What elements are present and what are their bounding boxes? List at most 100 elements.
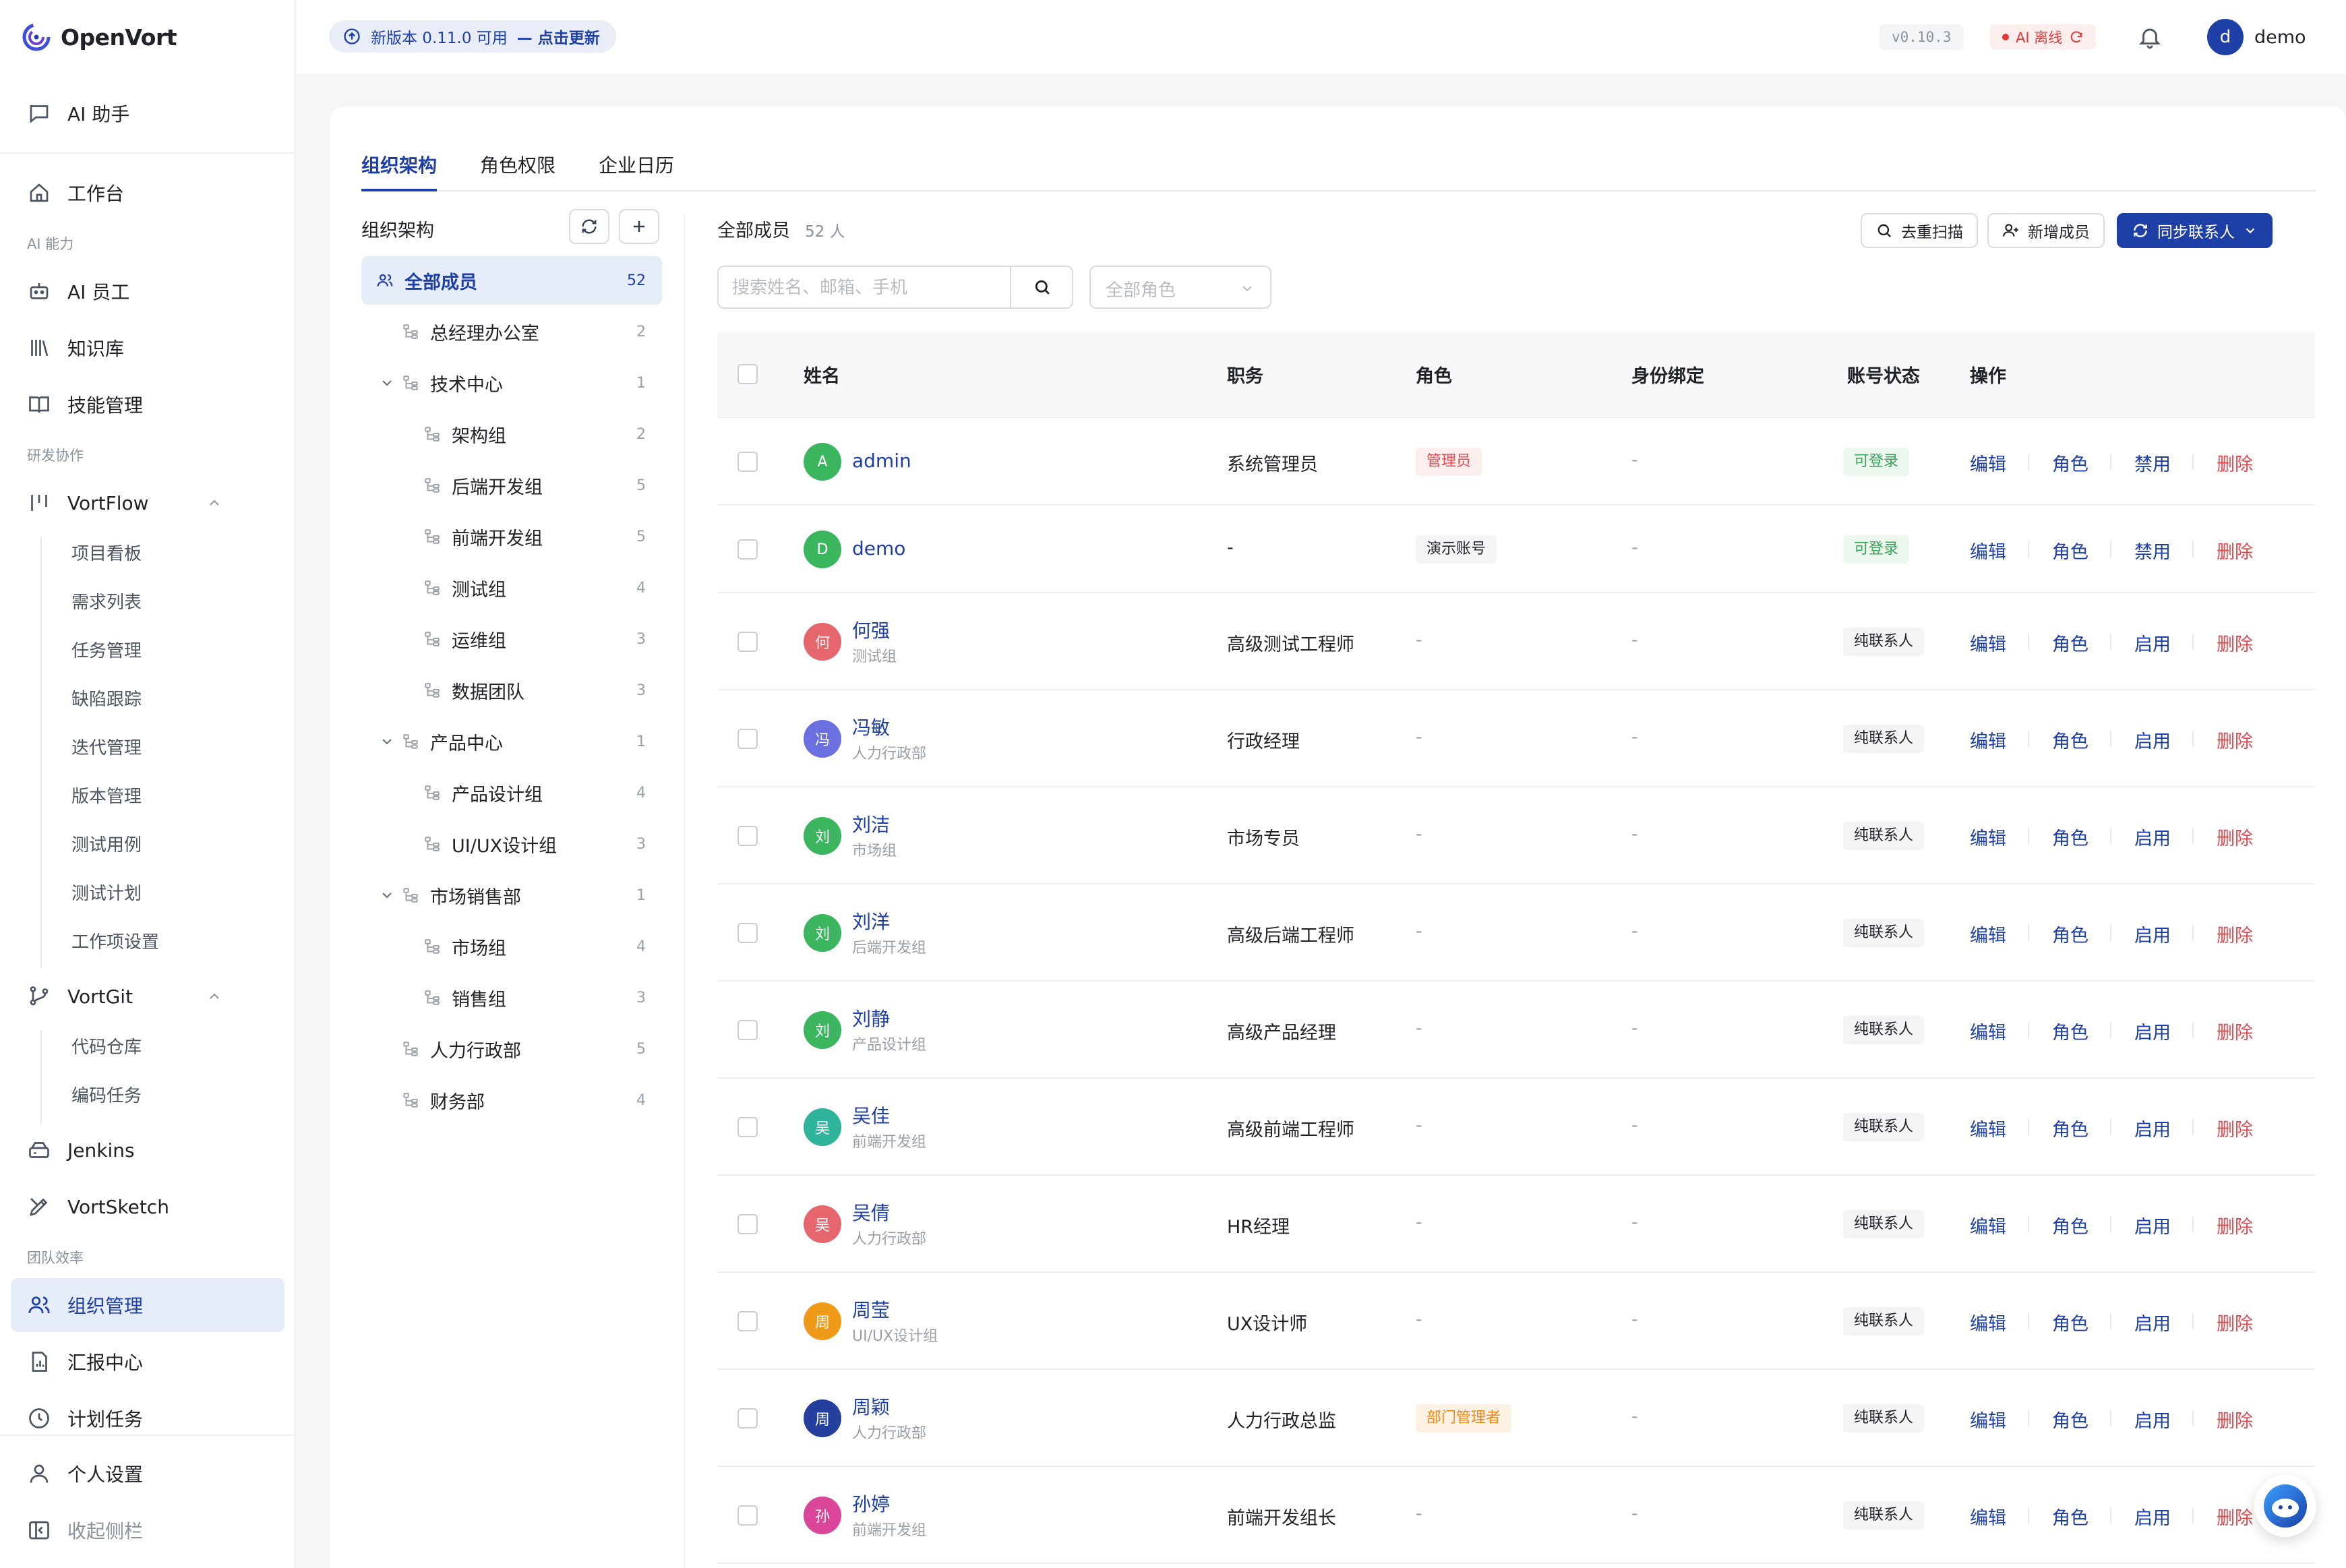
nav-knowledge[interactable]: 知识库 [11, 321, 284, 375]
nav-reports[interactable]: 汇报中心 [11, 1335, 284, 1389]
delete-link[interactable]: 删除 [2217, 630, 2253, 656]
nav-collapse[interactable]: 收起侧栏 [11, 1503, 284, 1557]
tree-node[interactable]: 人力行政部 5 [361, 1025, 662, 1073]
row-checkbox[interactable] [738, 1020, 758, 1040]
tree-node[interactable]: 技术中心 1 [361, 359, 662, 407]
sidebar-subitem[interactable]: 任务管理 [71, 638, 142, 665]
sidebar-subitem[interactable]: 代码仓库 [71, 1034, 142, 1061]
row-checkbox[interactable] [738, 452, 758, 472]
nav-skills[interactable]: 技能管理 [11, 378, 284, 431]
member-name-link[interactable]: 何强 [852, 616, 890, 643]
sidebar-subitem[interactable]: 测试计划 [71, 880, 142, 907]
nav-org[interactable]: 组织管理 [11, 1278, 284, 1332]
member-search-input[interactable] [732, 275, 1002, 301]
table-row[interactable]: 冯人力行政部 冯敏 行政经理 - - 纯联系人 编辑 角色 启用 删除 [717, 690, 2315, 787]
table-row[interactable]: 孙前端开发组 孙婷 前端开发组长 - - 纯联系人 编辑 角色 启用 删除 [717, 1467, 2315, 1564]
app-logo[interactable]: OpenVort [22, 20, 177, 54]
role-link[interactable]: 角色 [2052, 1503, 2088, 1530]
member-name-link[interactable]: 吴佳 [852, 1102, 890, 1128]
edit-link[interactable]: 编辑 [1970, 1115, 2006, 1141]
toggle-status-link[interactable]: 禁用 [2134, 537, 2171, 564]
tree-node[interactable]: 后端开发组 5 [361, 461, 662, 510]
tab-org-structure[interactable]: 组织架构 [361, 151, 438, 191]
table-row[interactable]: 周人力行政部 周颖 人力行政总监 部门管理者 - 纯联系人 编辑 角色 启用 删除 [717, 1370, 2315, 1467]
tree-node[interactable]: 产品中心 1 [361, 717, 662, 766]
member-name-link[interactable]: 刘洋 [852, 907, 890, 934]
sidebar-subitem[interactable]: 迭代管理 [71, 735, 142, 762]
role-link[interactable]: 角色 [2052, 824, 2088, 850]
member-name-link[interactable]: 周莹 [852, 1296, 890, 1323]
tree-node[interactable]: 架构组 2 [361, 410, 662, 458]
row-checkbox[interactable] [738, 539, 758, 560]
toggle-status-link[interactable]: 启用 [2134, 1115, 2171, 1141]
tree-node[interactable]: 运维组 3 [361, 615, 662, 663]
member-name-link[interactable]: 刘洁 [852, 810, 890, 837]
row-checkbox[interactable] [738, 729, 758, 749]
nav-vortsketch[interactable]: VortSketch [11, 1180, 284, 1234]
tree-node[interactable]: 市场组 4 [361, 922, 662, 971]
edit-link[interactable]: 编辑 [1970, 1503, 2006, 1530]
delete-link[interactable]: 删除 [2217, 537, 2253, 564]
delete-link[interactable]: 删除 [2217, 727, 2253, 753]
nav-personal[interactable]: 个人设置 [11, 1447, 284, 1501]
edit-link[interactable]: 编辑 [1970, 1018, 2006, 1044]
table-row[interactable]: 周 UI/UX设计组 周莹 UX设计师 - - 纯联系人 编辑 角色 启用 删除 [717, 1273, 2315, 1370]
sidebar-subitem[interactable]: 项目看板 [71, 541, 142, 568]
toggle-status-link[interactable]: 启用 [2134, 921, 2171, 947]
toggle-status-link[interactable]: 启用 [2134, 1503, 2171, 1530]
role-link[interactable]: 角色 [2052, 537, 2088, 564]
tree-node[interactable]: 产品设计组 4 [361, 768, 662, 817]
tree-node[interactable]: UI/UX设计组 3 [361, 820, 662, 868]
chevron-up-icon[interactable] [206, 988, 222, 1004]
role-link[interactable]: 角色 [2052, 921, 2088, 947]
delete-link[interactable]: 删除 [2217, 1212, 2253, 1238]
update-banner[interactable]: 新版本 0.11.0 可用 — 点击更新 [329, 20, 616, 53]
sidebar-subitem[interactable]: 工作项设置 [71, 929, 159, 956]
row-checkbox[interactable] [738, 923, 758, 943]
toggle-status-link[interactable]: 启用 [2134, 1309, 2171, 1335]
member-name-link[interactable]: 冯敏 [852, 713, 890, 740]
user-menu[interactable]: d demo [2207, 19, 2306, 55]
tree-node-all-members[interactable]: 全部成员 52 [361, 256, 662, 305]
bell-icon[interactable] [2137, 24, 2163, 50]
member-name-link[interactable]: demo [852, 537, 905, 560]
nav-jenkins[interactable]: Jenkins [11, 1123, 284, 1177]
table-row[interactable]: Ddemo - 演示账号 - 可登录 编辑 角色 禁用 删除 [717, 506, 2315, 593]
toggle-status-link[interactable]: 启用 [2134, 727, 2171, 753]
tree-node[interactable]: 数据团队 3 [361, 666, 662, 715]
table-row[interactable]: 刘市场组 刘洁 市场专员 - - 纯联系人 编辑 角色 启用 删除 [717, 787, 2315, 884]
table-row[interactable]: 吴人力行政部 吴倩 HR经理 - - 纯联系人 编辑 角色 启用 删除 [717, 1176, 2315, 1273]
tree-node[interactable]: 前端开发组 5 [361, 512, 662, 561]
table-row[interactable]: 何测试组 何强 高级测试工程师 - - 纯联系人 编辑 角色 启用 删除 [717, 593, 2315, 690]
member-name-link[interactable]: 刘静 [852, 1004, 890, 1031]
sidebar-subitem[interactable]: 测试用例 [71, 832, 142, 859]
tree-node[interactable]: 市场销售部 1 [361, 871, 662, 919]
delete-link[interactable]: 删除 [2217, 1503, 2253, 1530]
nav-schedule[interactable]: 计划任务 [11, 1391, 284, 1445]
toggle-status-link[interactable]: 启用 [2134, 824, 2171, 850]
table-row[interactable]: 刘产品设计组 刘静 高级产品经理 - - 纯联系人 编辑 角色 启用 删除 [717, 982, 2315, 1079]
refresh-tree-button[interactable] [569, 209, 609, 244]
role-link[interactable]: 角色 [2052, 450, 2088, 476]
row-checkbox[interactable] [738, 1311, 758, 1331]
table-row[interactable]: Aadmin 系统管理员 管理员 - 可登录 编辑 角色 禁用 删除 [717, 418, 2315, 506]
search-button[interactable] [1010, 267, 1073, 307]
table-row[interactable]: 吴前端开发组 吴佳 高级前端工程师 - - 纯联系人 编辑 角色 启用 删除 [717, 1079, 2315, 1176]
edit-link[interactable]: 编辑 [1970, 921, 2006, 947]
row-checkbox[interactable] [738, 1214, 758, 1234]
delete-link[interactable]: 删除 [2217, 1309, 2253, 1335]
chevron-down-icon[interactable] [379, 375, 395, 391]
select-all-checkbox[interactable] [738, 364, 758, 384]
member-name-link[interactable]: 孙婷 [852, 1490, 890, 1517]
ai-status-badge[interactable]: AI 离线 [1990, 24, 2097, 50]
sidebar-subitem[interactable]: 编码任务 [71, 1083, 142, 1110]
tree-node[interactable]: 测试组 4 [361, 564, 662, 612]
edit-link[interactable]: 编辑 [1970, 630, 2006, 656]
dedupe-scan-button[interactable]: 去重扫描 [1861, 213, 1978, 248]
row-checkbox[interactable] [738, 632, 758, 652]
tab-enterprise-calendar[interactable]: 企业日历 [599, 151, 674, 191]
edit-link[interactable]: 编辑 [1970, 1406, 2006, 1433]
tab-role-permissions[interactable]: 角色权限 [480, 151, 555, 191]
ai-assistant-float-button[interactable] [2254, 1475, 2316, 1537]
tree-node[interactable]: 财务部 4 [361, 1076, 662, 1124]
